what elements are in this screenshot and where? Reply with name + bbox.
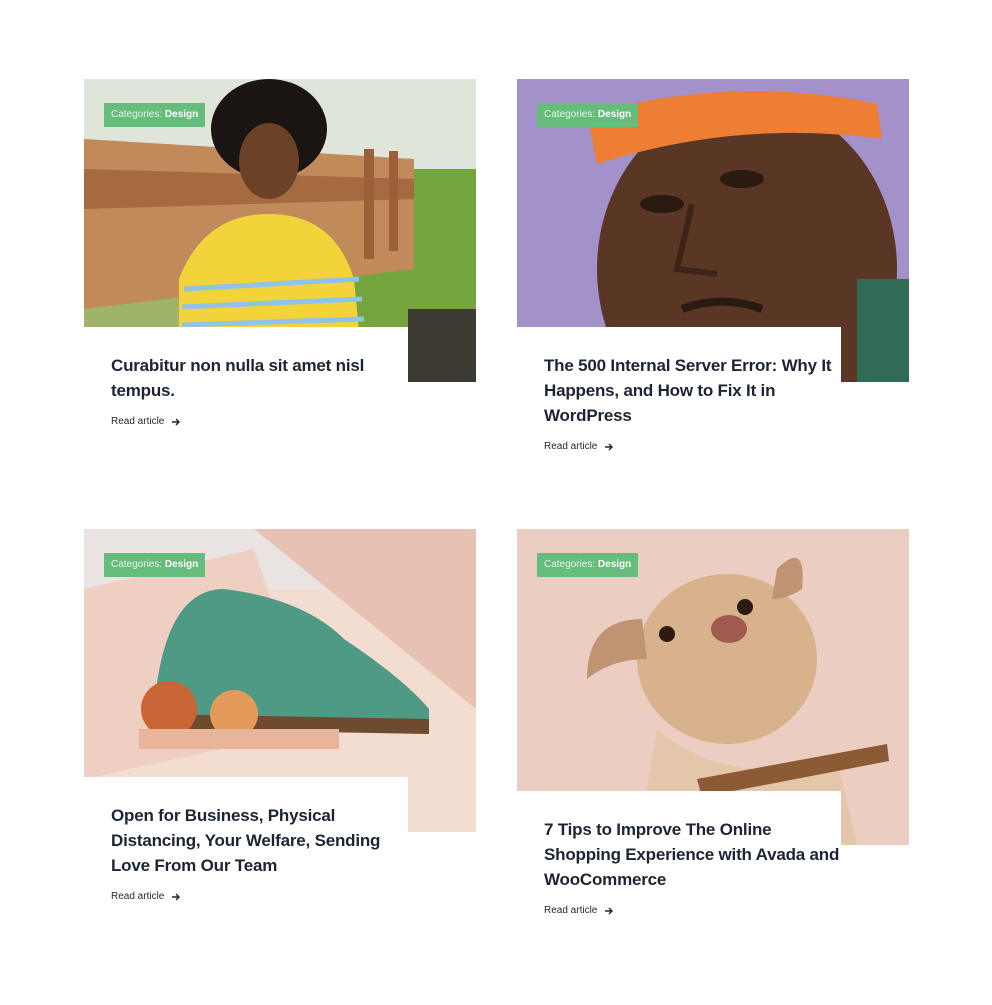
post-card: Categories: Design Open for Business, Ph… [84,529,476,904]
category-label: Categories: [111,109,163,120]
read-article-label: Read article [111,416,165,427]
category-value: Design [164,109,199,120]
category-badge[interactable]: Categories: Design [104,103,206,127]
post-card: Categories: Design Curabitur non nulla s… [84,79,476,429]
post-title[interactable]: 7 Tips to Improve The Online Shopping Ex… [544,817,841,892]
arrow-right-icon [172,893,181,900]
arrow-right-icon [605,443,614,450]
read-article-label: Read article [111,891,165,902]
post-title[interactable]: Curabitur non nulla sit amet nisl tempus… [111,353,408,403]
post-content: The 500 Internal Server Error: Why It Ha… [517,327,841,454]
read-article-label: Read article [544,905,598,916]
read-article-link[interactable]: Read article [544,441,614,452]
post-content: 7 Tips to Improve The Online Shopping Ex… [517,791,841,918]
category-value: Design [164,559,199,570]
category-value: Design [597,559,632,570]
read-article-link[interactable]: Read article [111,416,181,427]
category-badge[interactable]: Categories: Design [537,553,639,577]
read-article-link[interactable]: Read article [111,891,181,902]
post-card: Categories: Design 7 Tips to Improve The… [517,529,909,918]
arrow-right-icon [172,418,181,425]
category-badge[interactable]: Categories: Design [537,103,639,127]
arrow-right-icon [605,907,614,914]
read-article-label: Read article [544,441,598,452]
post-title[interactable]: The 500 Internal Server Error: Why It Ha… [544,353,841,428]
post-content: Open for Business, Physical Distancing, … [84,777,408,904]
category-label: Categories: [544,559,596,570]
read-article-link[interactable]: Read article [544,905,614,916]
category-label: Categories: [544,109,596,120]
post-card: Categories: Design The 500 Internal Serv… [517,79,909,454]
post-title[interactable]: Open for Business, Physical Distancing, … [111,803,408,878]
category-badge[interactable]: Categories: Design [104,553,206,577]
post-content: Curabitur non nulla sit amet nisl tempus… [84,327,408,429]
category-label: Categories: [111,559,163,570]
category-value: Design [597,109,632,120]
